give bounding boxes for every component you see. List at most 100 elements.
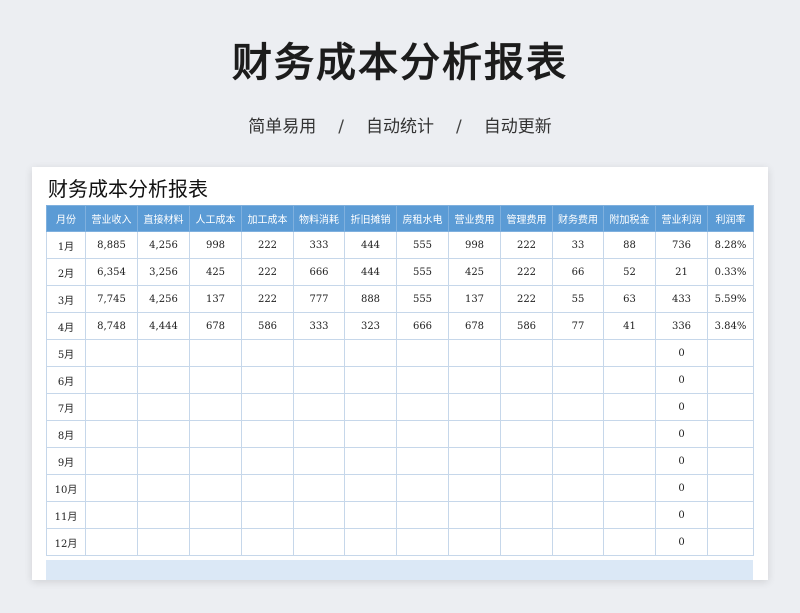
table-cell[interactable] [241,420,294,448]
table-cell[interactable] [707,474,754,502]
table-cell[interactable] [500,528,553,556]
table-cell[interactable]: 4,256 [137,285,190,313]
table-cell[interactable] [85,474,138,502]
table-cell[interactable] [448,447,501,475]
table-cell[interactable]: 323 [344,312,397,340]
table-cell[interactable] [396,501,449,529]
table-cell[interactable] [603,501,656,529]
table-cell[interactable]: 333 [293,312,345,340]
table-cell[interactable]: 41 [603,312,656,340]
table-cell[interactable]: 77 [552,312,604,340]
table-cell[interactable] [552,339,604,367]
table-cell[interactable]: 6,354 [85,258,138,286]
table-cell[interactable] [137,366,190,394]
table-cell[interactable] [293,420,345,448]
table-cell[interactable]: 425 [189,258,242,286]
table-cell[interactable] [707,501,754,529]
table-cell[interactable] [500,474,553,502]
table-cell[interactable] [85,528,138,556]
table-cell[interactable] [603,393,656,421]
table-cell[interactable] [344,366,397,394]
table-cell[interactable]: 0 [655,339,708,367]
table-cell[interactable]: 0.33% [707,258,754,286]
table-cell[interactable] [396,420,449,448]
table-cell[interactable]: 137 [448,285,501,313]
table-cell[interactable] [396,528,449,556]
table-cell[interactable]: 333 [293,231,345,259]
table-cell[interactable] [137,528,190,556]
table-cell[interactable]: 678 [448,312,501,340]
table-cell[interactable]: 586 [500,312,553,340]
table-cell[interactable] [137,420,190,448]
table-cell[interactable] [707,339,754,367]
table-cell[interactable] [293,393,345,421]
table-cell[interactable]: 222 [241,231,294,259]
table-cell[interactable] [603,420,656,448]
table-cell[interactable]: 3,256 [137,258,190,286]
table-cell[interactable] [448,420,501,448]
month-cell[interactable]: 8月 [46,420,86,448]
table-cell[interactable] [448,474,501,502]
table-cell[interactable] [85,420,138,448]
table-cell[interactable]: 425 [448,258,501,286]
table-cell[interactable] [552,447,604,475]
table-cell[interactable] [241,393,294,421]
table-cell[interactable]: 3.84% [707,312,754,340]
table-cell[interactable] [293,366,345,394]
table-cell[interactable] [189,420,242,448]
table-cell[interactable] [707,393,754,421]
table-cell[interactable] [189,474,242,502]
table-cell[interactable] [396,474,449,502]
table-cell[interactable]: 777 [293,285,345,313]
month-cell[interactable]: 12月 [46,528,86,556]
table-cell[interactable] [189,393,242,421]
table-cell[interactable] [552,474,604,502]
table-cell[interactable]: 0 [655,366,708,394]
table-cell[interactable]: 4,444 [137,312,190,340]
table-cell[interactable]: 52 [603,258,656,286]
month-cell[interactable]: 2月 [46,258,86,286]
month-cell[interactable]: 6月 [46,366,86,394]
table-cell[interactable] [552,393,604,421]
month-cell[interactable]: 10月 [46,474,86,502]
table-cell[interactable] [707,447,754,475]
table-cell[interactable]: 0 [655,501,708,529]
table-cell[interactable] [85,366,138,394]
table-cell[interactable] [707,366,754,394]
table-cell[interactable] [552,528,604,556]
table-cell[interactable]: 55 [552,285,604,313]
table-cell[interactable]: 4,256 [137,231,190,259]
table-cell[interactable]: 336 [655,312,708,340]
table-cell[interactable] [344,420,397,448]
table-cell[interactable]: 222 [241,285,294,313]
table-cell[interactable] [241,447,294,475]
table-cell[interactable] [448,366,501,394]
table-cell[interactable]: 222 [500,285,553,313]
table-cell[interactable] [344,474,397,502]
table-cell[interactable]: 888 [344,285,397,313]
table-cell[interactable]: 555 [396,285,449,313]
table-cell[interactable]: 555 [396,231,449,259]
table-cell[interactable] [448,528,501,556]
table-cell[interactable]: 586 [241,312,294,340]
month-cell[interactable]: 3月 [46,285,86,313]
table-cell[interactable] [396,393,449,421]
table-cell[interactable] [603,528,656,556]
table-cell[interactable]: 21 [655,258,708,286]
table-cell[interactable]: 678 [189,312,242,340]
month-cell[interactable]: 1月 [46,231,86,259]
table-cell[interactable] [396,339,449,367]
table-cell[interactable] [344,501,397,529]
table-cell[interactable] [137,501,190,529]
table-cell[interactable] [137,393,190,421]
table-cell[interactable] [603,366,656,394]
table-cell[interactable] [293,501,345,529]
table-cell[interactable] [344,339,397,367]
table-cell[interactable] [85,501,138,529]
table-cell[interactable] [85,447,138,475]
table-cell[interactable]: 5.59% [707,285,754,313]
table-cell[interactable] [396,366,449,394]
table-cell[interactable] [293,528,345,556]
table-cell[interactable] [500,366,553,394]
table-cell[interactable]: 998 [448,231,501,259]
